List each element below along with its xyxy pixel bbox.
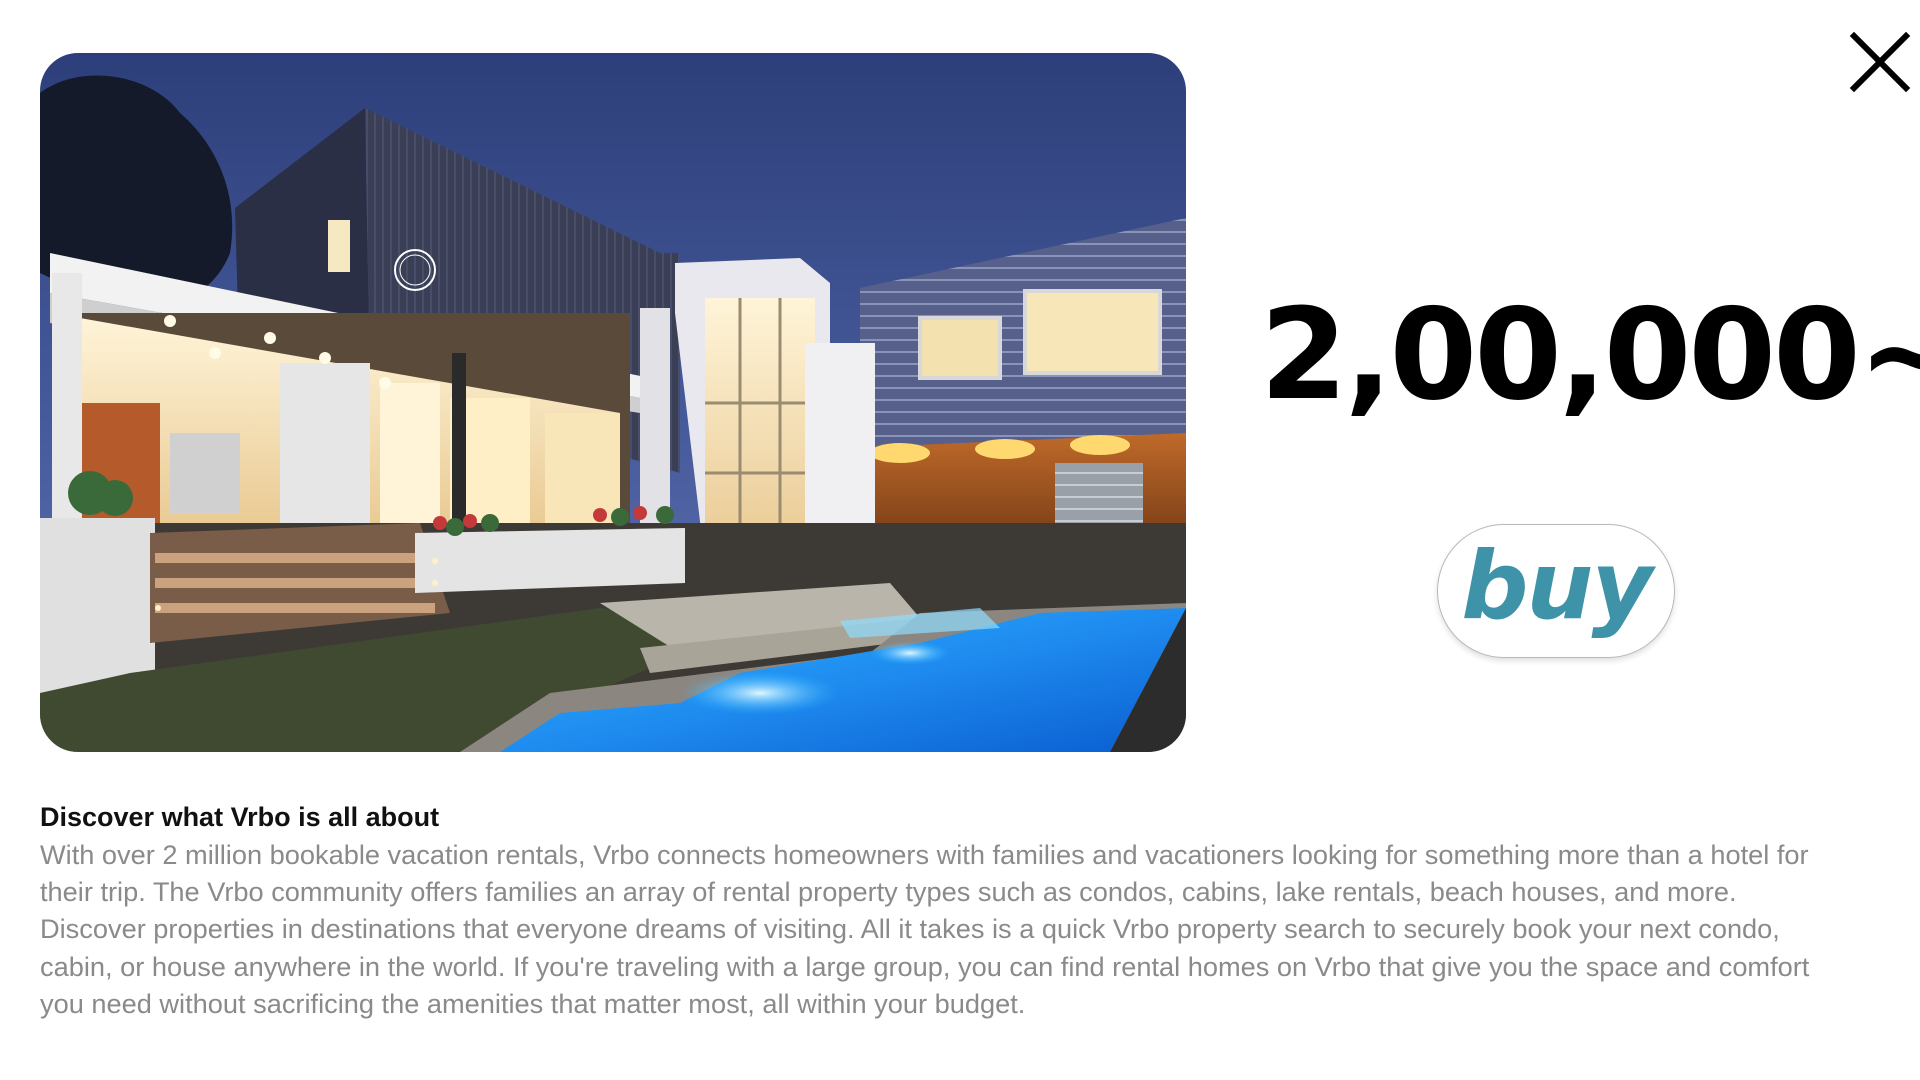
buy-button-label: buy — [1461, 532, 1652, 641]
buy-button[interactable]: buy — [1437, 524, 1675, 658]
description-body: With over 2 million bookable vacation re… — [40, 839, 1810, 1019]
close-icon — [1849, 31, 1911, 93]
property-image — [40, 53, 1186, 752]
close-button[interactable] — [1848, 30, 1912, 94]
description-title: Discover what Vrbo is all about — [40, 802, 440, 832]
price-label: 2,00,000~ — [1260, 281, 1920, 428]
listing-modal: 2,00,000~ buy Discover what Vrbo is all … — [0, 0, 1920, 1080]
